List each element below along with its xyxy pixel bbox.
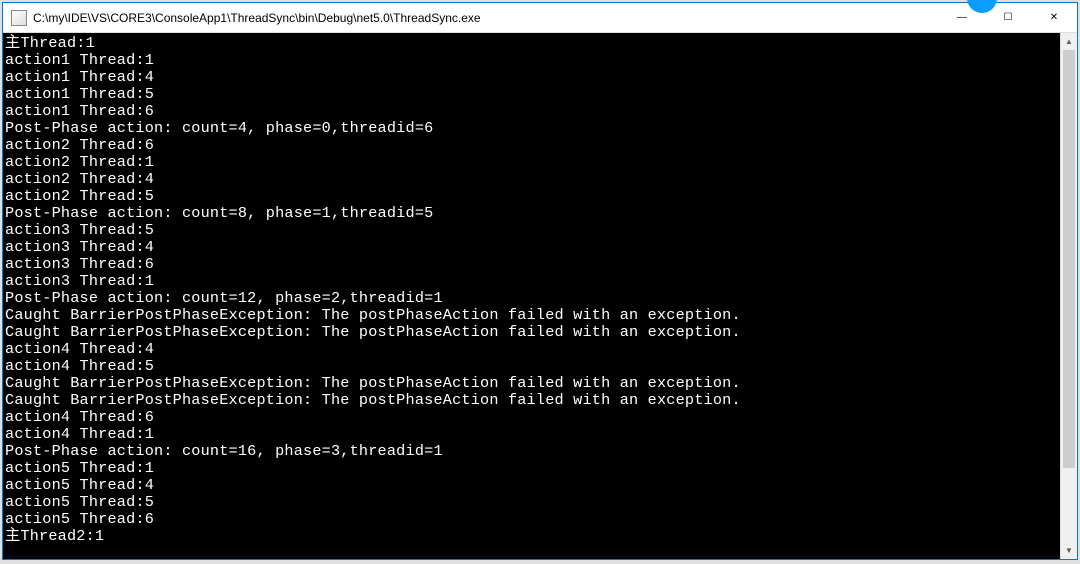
- scrollbar-thumb[interactable]: [1063, 50, 1075, 468]
- console-line: Caught BarrierPostPhaseException: The po…: [5, 307, 1060, 324]
- console-line: 主Thread:1: [5, 35, 1060, 52]
- scrollbar-down-button[interactable]: ▼: [1061, 542, 1077, 559]
- console-window: C:\my\IDE\VS\CORE3\ConsoleApp1\ThreadSyn…: [2, 2, 1078, 560]
- console-line: action4 Thread:4: [5, 341, 1060, 358]
- console-line: Post-Phase action: count=12, phase=2,thr…: [5, 290, 1060, 307]
- console-line: action3 Thread:4: [5, 239, 1060, 256]
- console-line: action3 Thread:5: [5, 222, 1060, 239]
- console-line: action4 Thread:6: [5, 409, 1060, 426]
- console-line: action2 Thread:1: [5, 154, 1060, 171]
- console-line: Post-Phase action: count=8, phase=1,thre…: [5, 205, 1060, 222]
- scrollbar-track[interactable]: [1061, 50, 1077, 542]
- console-line: action5 Thread:5: [5, 494, 1060, 511]
- console-line: action5 Thread:4: [5, 477, 1060, 494]
- console-line: Caught BarrierPostPhaseException: The po…: [5, 392, 1060, 409]
- console-area: 主Thread:1action1 Thread:1action1 Thread:…: [3, 33, 1077, 559]
- console-line: Post-Phase action: count=4, phase=0,thre…: [5, 120, 1060, 137]
- console-line: action1 Thread:1: [5, 52, 1060, 69]
- console-line: action1 Thread:6: [5, 103, 1060, 120]
- console-line: action5 Thread:6: [5, 511, 1060, 528]
- console-line: Caught BarrierPostPhaseException: The po…: [5, 324, 1060, 341]
- app-icon: [11, 10, 27, 26]
- console-line: action2 Thread:5: [5, 188, 1060, 205]
- console-line: action2 Thread:4: [5, 171, 1060, 188]
- console-line: action3 Thread:6: [5, 256, 1060, 273]
- close-button[interactable]: ✕: [1031, 3, 1077, 32]
- vertical-scrollbar[interactable]: ▲ ▼: [1060, 33, 1077, 559]
- console-line: Post-Phase action: count=16, phase=3,thr…: [5, 443, 1060, 460]
- console-line: action2 Thread:6: [5, 137, 1060, 154]
- console-line: action4 Thread:1: [5, 426, 1060, 443]
- console-line: action5 Thread:1: [5, 460, 1060, 477]
- console-output[interactable]: 主Thread:1action1 Thread:1action1 Thread:…: [3, 33, 1060, 559]
- console-line: action1 Thread:4: [5, 69, 1060, 86]
- console-line: 主Thread2:1: [5, 528, 1060, 545]
- console-line: action1 Thread:5: [5, 86, 1060, 103]
- console-line: action3 Thread:1: [5, 273, 1060, 290]
- console-line: action4 Thread:5: [5, 358, 1060, 375]
- window-title: C:\my\IDE\VS\CORE3\ConsoleApp1\ThreadSyn…: [33, 11, 939, 25]
- titlebar-buttons: — ☐ ✕: [939, 3, 1077, 32]
- titlebar[interactable]: C:\my\IDE\VS\CORE3\ConsoleApp1\ThreadSyn…: [3, 3, 1077, 33]
- scrollbar-up-button[interactable]: ▲: [1061, 33, 1077, 50]
- console-line: Caught BarrierPostPhaseException: The po…: [5, 375, 1060, 392]
